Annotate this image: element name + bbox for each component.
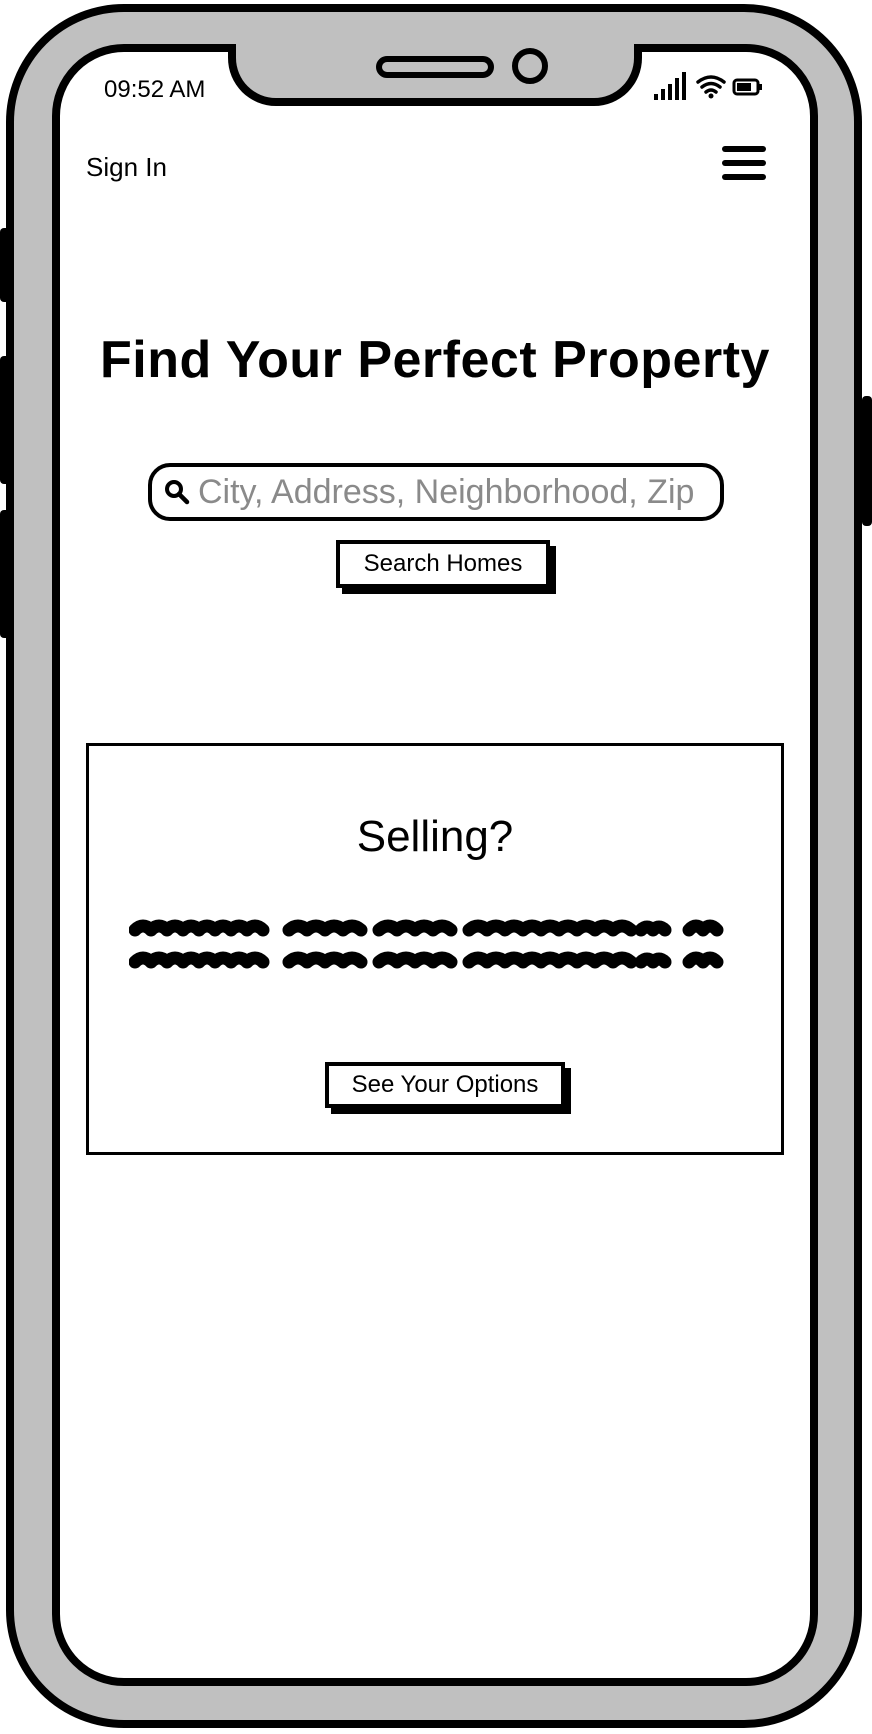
search-homes-button[interactable]: Search Homes — [336, 540, 550, 588]
selling-card: Selling? See Your Options — [86, 743, 784, 1155]
side-button-volume-down — [0, 510, 10, 638]
side-button-mute — [0, 228, 10, 302]
search-icon — [165, 480, 190, 505]
side-button-power — [862, 396, 872, 526]
page-title: Find Your Perfect Property — [100, 331, 770, 389]
scribbled-text-placeholder — [129, 919, 724, 969]
side-button-volume-up — [0, 356, 10, 484]
status-time: 09:52 AM — [104, 76, 206, 103]
see-your-options-button[interactable]: See Your Options — [325, 1062, 565, 1108]
status-icons — [654, 72, 762, 100]
search-box[interactable] — [148, 463, 724, 521]
battery-icon — [732, 78, 762, 96]
search-input[interactable] — [192, 472, 718, 512]
signal-icon — [654, 72, 686, 100]
hamburger-menu-icon[interactable] — [722, 146, 766, 184]
speaker-grille — [376, 56, 494, 78]
sign-in-link[interactable]: Sign In — [86, 152, 167, 183]
selling-card-title: Selling? — [356, 812, 514, 861]
wifi-icon — [696, 75, 726, 99]
front-camera — [512, 48, 548, 84]
